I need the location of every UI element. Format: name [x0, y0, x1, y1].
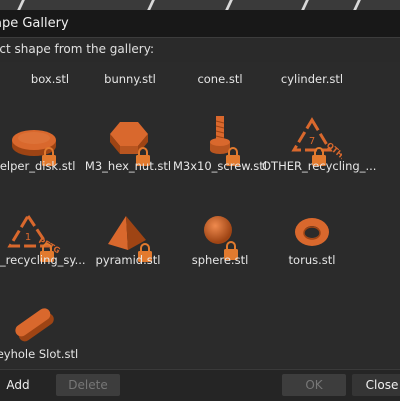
gallery-item-label: Keyhole Slot.stl: [0, 347, 79, 361]
gallery-item-label: helper_disk.stl: [0, 159, 76, 173]
gallery-item-label: torus.stl: [288, 253, 336, 267]
gallery-item-label: bunny.stl: [104, 72, 156, 86]
gallery-item-label: M3x10_screw.stl: [173, 159, 267, 173]
ok-button[interactable]: OK: [282, 374, 346, 396]
dialog-titlebar[interactable]: ape Gallery: [0, 10, 400, 38]
svg-text:7: 7: [309, 136, 315, 147]
gallery-item-label: M3_hex_nut.stl: [84, 159, 172, 173]
gallery-item-pyramid[interactable]: pyramid.stl: [78, 210, 178, 304]
dialog-title: ape Gallery: [0, 16, 69, 31]
add-button[interactable]: Add: [0, 374, 36, 396]
gallery-prompt: ect shape from the gallery:: [0, 42, 154, 56]
gallery-item-label: pyramid.stl: [95, 253, 161, 267]
gallery-item-hex-nut[interactable]: M3_hex_nut.stl: [78, 116, 178, 210]
gallery-item-other-recycling[interactable]: 7 OTHER OTHER_recycling_...: [262, 116, 377, 210]
gallery-item-torus[interactable]: torus.stl: [262, 210, 362, 304]
gallery-item-label: sphere.stl: [191, 253, 249, 267]
gallery-item-keyhole-slot[interactable]: Keyhole Slot.stl: [0, 304, 84, 368]
gallery-item-screw[interactable]: M3x10_screw.stl: [170, 116, 270, 210]
dialog-button-bar: Add Delete OK Close: [0, 369, 400, 401]
background-strip: [0, 0, 400, 10]
gallery-item-label: TG_recycling_sy...: [0, 253, 86, 267]
gallery-item-label: cone.stl: [197, 72, 243, 86]
delete-button[interactable]: Delete: [56, 374, 120, 396]
close-button[interactable]: Close: [352, 374, 400, 396]
shape-gallery[interactable]: box.stl bunny.stl cone.stl cylinder.stl …: [0, 62, 400, 368]
svg-text:1: 1: [25, 232, 31, 243]
gallery-item-label: OTHER_recycling_...: [262, 159, 377, 173]
gallery-item-helper-disk[interactable]: helper_disk.stl: [0, 116, 84, 210]
gallery-item-sphere[interactable]: sphere.stl: [170, 210, 270, 304]
gallery-item-label: cylinder.stl: [280, 72, 344, 86]
gallery-item-petg-recycling[interactable]: 1 PETG TG_recycling_sy...: [0, 210, 86, 304]
